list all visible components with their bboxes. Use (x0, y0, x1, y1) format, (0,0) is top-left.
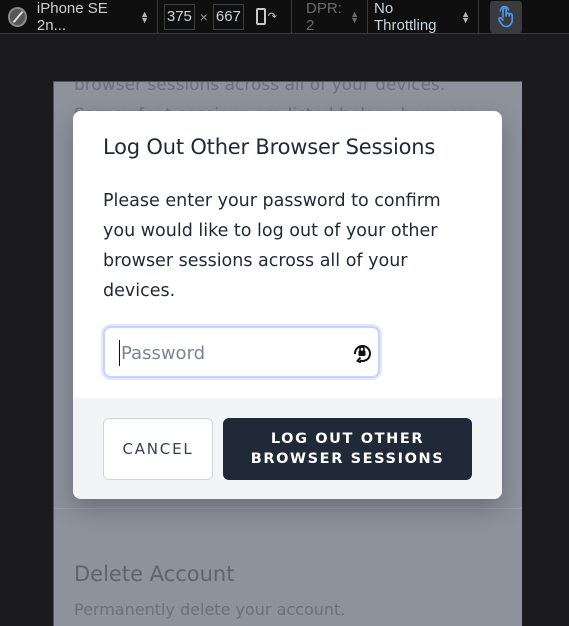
width-input[interactable]: 375 (164, 3, 195, 30)
dpr-label: DPR: 2 (306, 0, 342, 34)
touch-toggle-button[interactable] (490, 0, 522, 33)
password-manager-icon[interactable] (351, 341, 373, 363)
modal-footer: CANCEL LOG OUT OTHER BROWSER SESSIONS (73, 398, 502, 499)
modal-description: Please enter your password to confirm yo… (103, 191, 441, 301)
section-divider (54, 508, 522, 509)
throttling-label: No Throttling (374, 0, 437, 34)
compass-icon (8, 6, 27, 27)
dimension-separator: × (199, 8, 208, 25)
rotate-device-icon (255, 8, 266, 25)
chevron-updown-icon: ▲ ▼ (350, 8, 359, 25)
chevron-updown-icon: ▲ ▼ (140, 8, 149, 25)
delete-account-heading: Delete Account (74, 562, 235, 586)
throttling-selector[interactable]: No Throttling ▲ ▼ (368, 0, 479, 34)
logout-other-sessions-button[interactable]: LOG OUT OTHER BROWSER SESSIONS (223, 418, 472, 480)
logout-sessions-modal: Log Out Other Browser Sessions Please en… (73, 111, 502, 499)
modal-title: Log Out Other Browser Sessions (103, 135, 436, 159)
dpr-selector[interactable]: DPR: 2 ▲ ▼ (292, 0, 368, 34)
height-input[interactable]: 667 (212, 3, 244, 30)
password-input[interactable] (119, 340, 339, 366)
delete-account-description: Permanently delete your account. (74, 600, 346, 619)
rotate-button[interactable]: ↷ (255, 8, 277, 25)
device-toolbar: iPhone SE 2n... ▲ ▼ 375 × 667 ↷ DPR: 2 ▲ ▼… (0, 0, 569, 34)
device-selector[interactable]: iPhone SE 2n... ▲ ▼ (0, 0, 158, 34)
chevron-updown-icon: ▲ ▼ (461, 8, 470, 25)
device-name: iPhone SE 2n... (36, 0, 108, 34)
rotate-arrow-icon: ↷ (267, 11, 277, 23)
cancel-button[interactable]: CANCEL (103, 418, 213, 480)
dimensions-section: 375 × 667 ↷ (158, 0, 292, 34)
touch-hand-icon (498, 5, 513, 27)
password-field[interactable] (103, 326, 380, 378)
